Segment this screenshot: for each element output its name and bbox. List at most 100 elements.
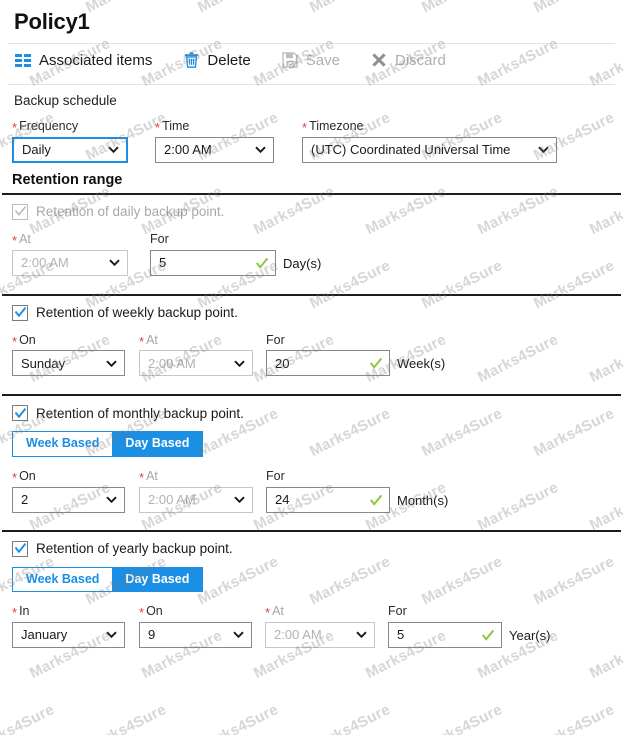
weekly-at-value: 2:00 AM [148, 356, 227, 371]
yearly-for-label: For [388, 605, 502, 619]
required-asterisk: * [265, 605, 270, 620]
discard-label: Discard [395, 52, 446, 69]
timezone-select[interactable]: (UTC) Coordinated Universal Time [302, 137, 557, 163]
yearly-on-field: *On 9 [139, 604, 252, 648]
x-icon [370, 51, 388, 69]
weekly-at-field: *At 2:00 AM [139, 333, 253, 377]
required-asterisk: * [12, 334, 17, 349]
frequency-field: *Frequency Daily [12, 119, 128, 163]
yearly-at-label: *At [265, 604, 375, 619]
schedule-fields-row: *Frequency Daily *Time 2:00 AM * [0, 108, 623, 163]
daily-at-field: *At 2:00 AM [12, 232, 128, 276]
monthly-for-input[interactable]: 24 [266, 487, 390, 513]
weekly-on-label: *On [12, 333, 125, 348]
daily-retention-checkbox-row[interactable]: Retention of daily backup point. [0, 195, 623, 226]
required-asterisk: * [139, 605, 144, 620]
monthly-retention-checkbox-row[interactable]: Retention of monthly backup point. [0, 396, 623, 427]
chevron-down-icon [233, 493, 246, 506]
monthly-pivot-toggle: Week Based Day Based [12, 431, 203, 457]
daily-at-value: 2:00 AM [21, 255, 102, 270]
yearly-retention-checkbox-row[interactable]: Retention of yearly backup point. [0, 532, 623, 563]
valid-check-icon [255, 256, 269, 270]
watermark-text: Marks4Sure [419, 701, 505, 735]
monthly-at-select[interactable]: 2:00 AM [139, 487, 253, 513]
discard-button[interactable]: Discard [370, 51, 476, 69]
watermark-text: Marks4Sure [195, 701, 281, 735]
monthly-week-based-tab[interactable]: Week Based [13, 432, 112, 456]
required-asterisk: * [12, 605, 17, 620]
daily-retention-checkbox[interactable] [12, 204, 28, 220]
weekly-retention-label: Retention of weekly backup point. [36, 305, 238, 320]
weekly-for-field: For 20 [266, 334, 390, 377]
page-title: Policy1 [0, 0, 623, 35]
frequency-label: *Frequency [12, 119, 128, 134]
yearly-for-input[interactable]: 5 [388, 622, 502, 648]
weekly-retention-checkbox[interactable] [12, 305, 28, 321]
daily-for-field: For 5 [150, 233, 276, 276]
yearly-day-based-tab[interactable]: Day Based [112, 568, 202, 592]
watermark-text: Marks4Sure [531, 701, 617, 735]
chevron-down-icon [105, 357, 118, 370]
monthly-retention-checkbox[interactable] [12, 405, 28, 421]
daily-at-select[interactable]: 2:00 AM [12, 250, 128, 276]
timezone-field: *Timezone (UTC) Coordinated Universal Ti… [302, 119, 557, 163]
chevron-down-icon [105, 628, 118, 641]
save-label: Save [306, 52, 340, 69]
save-disk-icon [281, 51, 299, 69]
monthly-for-field: For 24 [266, 470, 390, 513]
monthly-for-label: For [266, 470, 390, 484]
chevron-down-icon [107, 143, 120, 156]
monthly-for-value: 24 [275, 492, 363, 507]
watermark-text: Marks4Sure [307, 701, 393, 735]
monthly-unit-label: Month(s) [397, 493, 448, 513]
weekly-on-field: *On Sunday [12, 333, 125, 377]
frequency-value: Daily [22, 142, 101, 157]
yearly-in-label: *In [12, 604, 125, 619]
yearly-in-field: *In January [12, 604, 125, 648]
valid-check-icon [369, 356, 383, 370]
delete-button[interactable]: Delete [182, 51, 280, 69]
monthly-on-value: 2 [21, 492, 99, 507]
yearly-on-select[interactable]: 9 [139, 622, 252, 648]
yearly-at-field: *At 2:00 AM [265, 604, 375, 648]
weekly-for-input[interactable]: 20 [266, 350, 390, 376]
time-select[interactable]: 2:00 AM [155, 137, 274, 163]
timezone-label: *Timezone [302, 119, 557, 134]
chevron-down-icon [232, 628, 245, 641]
valid-check-icon [481, 628, 495, 642]
save-button[interactable]: Save [281, 51, 370, 69]
yearly-in-value: January [21, 627, 99, 642]
required-asterisk: * [139, 470, 144, 485]
watermark-text: Marks4Sure [83, 701, 169, 735]
chevron-down-icon [537, 143, 550, 156]
daily-for-input[interactable]: 5 [150, 250, 276, 276]
monthly-day-based-tab[interactable]: Day Based [112, 432, 202, 456]
yearly-week-based-tab[interactable]: Week Based [13, 568, 112, 592]
daily-retention-label: Retention of daily backup point. [36, 204, 224, 219]
monthly-at-value: 2:00 AM [148, 492, 227, 507]
frequency-select[interactable]: Daily [12, 137, 128, 163]
weekly-retention-checkbox-row[interactable]: Retention of weekly backup point. [0, 296, 623, 327]
yearly-at-select[interactable]: 2:00 AM [265, 622, 375, 648]
weekly-for-value: 20 [275, 356, 363, 371]
backup-schedule-label: Backup schedule [0, 85, 623, 108]
monthly-on-select[interactable]: 2 [12, 487, 125, 513]
weekly-on-value: Sunday [21, 356, 99, 371]
required-asterisk: * [139, 334, 144, 349]
required-asterisk: * [155, 120, 160, 135]
chevron-down-icon [108, 256, 121, 269]
monthly-on-label: *On [12, 469, 125, 484]
weekly-at-select[interactable]: 2:00 AM [139, 350, 253, 376]
chevron-down-icon [105, 493, 118, 506]
yearly-retention-checkbox[interactable] [12, 541, 28, 557]
chevron-down-icon [355, 628, 368, 641]
weekly-unit-label: Week(s) [397, 356, 445, 376]
monthly-at-label: *At [139, 469, 253, 484]
daily-for-label: For [150, 233, 276, 247]
associated-items-button[interactable]: Associated items [14, 51, 182, 69]
weekly-for-label: For [266, 334, 390, 348]
daily-at-label: *At [12, 232, 128, 247]
weekly-on-select[interactable]: Sunday [12, 350, 125, 376]
monthly-retention-label: Retention of monthly backup point. [36, 406, 244, 421]
yearly-in-select[interactable]: January [12, 622, 125, 648]
